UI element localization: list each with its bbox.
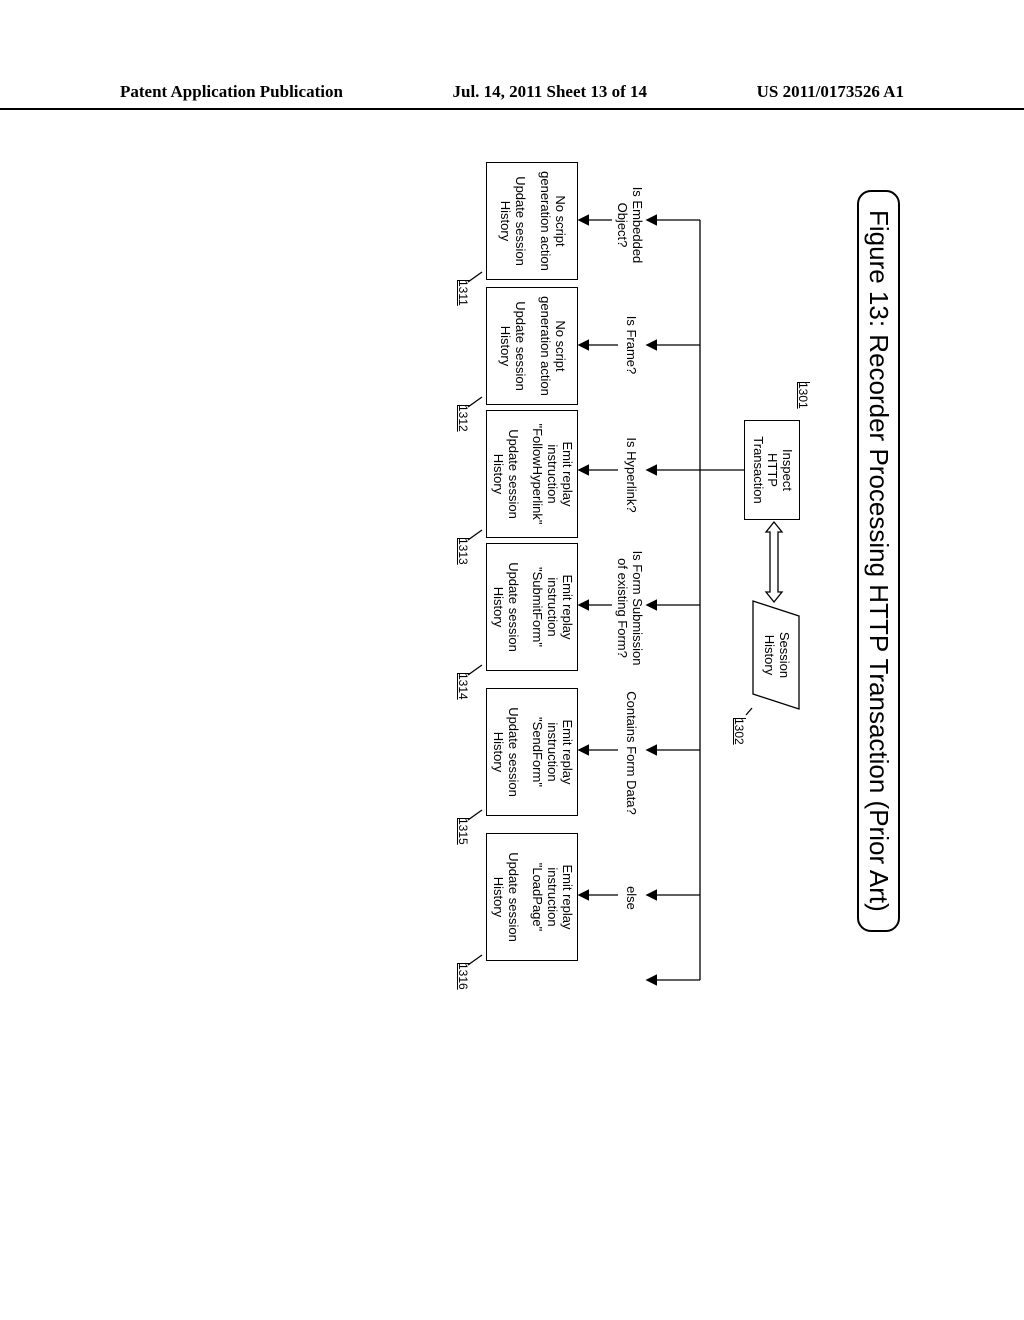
- ref-1312: 1312: [456, 405, 470, 432]
- a2l2: generation action: [537, 296, 552, 396]
- header-center: Jul. 14, 2011 Sheet 13 of 14: [453, 82, 648, 102]
- figure-title: Figure 13: Recorder Processing HTTP Tran…: [857, 190, 900, 932]
- action-loadpage: Emit replay instruction "LoadPage" Updat…: [486, 833, 578, 961]
- ref-1314: 1314: [456, 673, 470, 700]
- branch-form-submit: Is Form Submission of existing Form?: [614, 548, 644, 668]
- action-embedded: No script generation action Update sessi…: [486, 162, 578, 280]
- inspect-l1: Inspect: [779, 449, 794, 491]
- session-l1: Session: [777, 632, 792, 678]
- a1l3: Update session: [512, 176, 527, 266]
- b2q1: Is Frame?: [624, 316, 639, 375]
- header-right: US 2011/0173526 A1: [757, 82, 904, 102]
- action-submitform: Emit replay instruction "SubmitForm" Upd…: [486, 543, 578, 671]
- a6l3: Update session: [505, 852, 520, 942]
- a5l2: "SendForm": [530, 717, 545, 787]
- b4q1: Is Form Submission: [630, 551, 645, 666]
- a3l4: History: [490, 454, 505, 494]
- b5q1: Contains Form Data?: [624, 691, 639, 815]
- branch-frame: Is Frame?: [623, 310, 638, 380]
- ref-1316: 1316: [456, 963, 470, 990]
- a5l3: Update session: [505, 707, 520, 797]
- page-header: Patent Application Publication Jul. 14, …: [0, 82, 1024, 110]
- branch-form-data: Contains Form Data?: [623, 688, 638, 818]
- a4l4: History: [490, 587, 505, 627]
- a1l2: generation action: [537, 171, 552, 271]
- ref-1302: 1302: [732, 718, 746, 745]
- a6l4: History: [490, 877, 505, 917]
- b1q2: Object?: [615, 203, 630, 248]
- b3q1: Is Hyperlink?: [624, 437, 639, 512]
- a2l4: History: [497, 326, 512, 366]
- a4l1: Emit replay instruction: [544, 544, 574, 670]
- a1l4: History: [497, 201, 512, 241]
- ref-1301: 1301: [796, 382, 810, 409]
- inspect-http-box: Inspect HTTP Transaction: [744, 420, 800, 520]
- figure-13: Figure 13: Recorder Processing HTTP Tran…: [0, 160, 900, 940]
- action-sendform: Emit replay instruction "SendForm" Updat…: [486, 688, 578, 816]
- branch-embedded: Is Embedded Object?: [614, 180, 644, 270]
- session-history-box: Session History: [752, 600, 800, 710]
- ref-1315: 1315: [456, 818, 470, 845]
- a1l1: No script: [552, 195, 567, 246]
- action-hyperlink: Emit replay instruction "FollowHyperlink…: [486, 410, 578, 538]
- ref-1313: 1313: [456, 538, 470, 565]
- a6l2: "LoadPage": [530, 863, 545, 932]
- b4q2: of existing Form?: [615, 558, 630, 658]
- a2l1: No script: [552, 320, 567, 371]
- b6q1: else: [624, 886, 639, 910]
- inspect-l2: HTTP: [765, 453, 780, 487]
- branch-else: else: [623, 878, 638, 918]
- a2l3: Update session: [512, 301, 527, 391]
- a3l3: Update session: [505, 429, 520, 519]
- a3l2: "FollowHyperlink": [530, 424, 545, 525]
- session-l2: History: [762, 635, 777, 675]
- a3l1: Emit replay instruction: [544, 411, 574, 537]
- a6l1: Emit replay instruction: [544, 834, 574, 960]
- branch-hyperlink: Is Hyperlink?: [623, 430, 638, 520]
- action-frame: No script generation action Update sessi…: [486, 287, 578, 405]
- a5l1: Emit replay instruction: [544, 689, 574, 815]
- a4l2: "SubmitForm": [530, 567, 545, 647]
- a4l3: Update session: [505, 562, 520, 652]
- b1q1: Is Embedded: [630, 187, 645, 264]
- ref-1311: 1311: [456, 280, 470, 306]
- a5l4: History: [490, 732, 505, 772]
- inspect-l3: Transaction: [750, 436, 765, 503]
- header-left: Patent Application Publication: [120, 82, 343, 102]
